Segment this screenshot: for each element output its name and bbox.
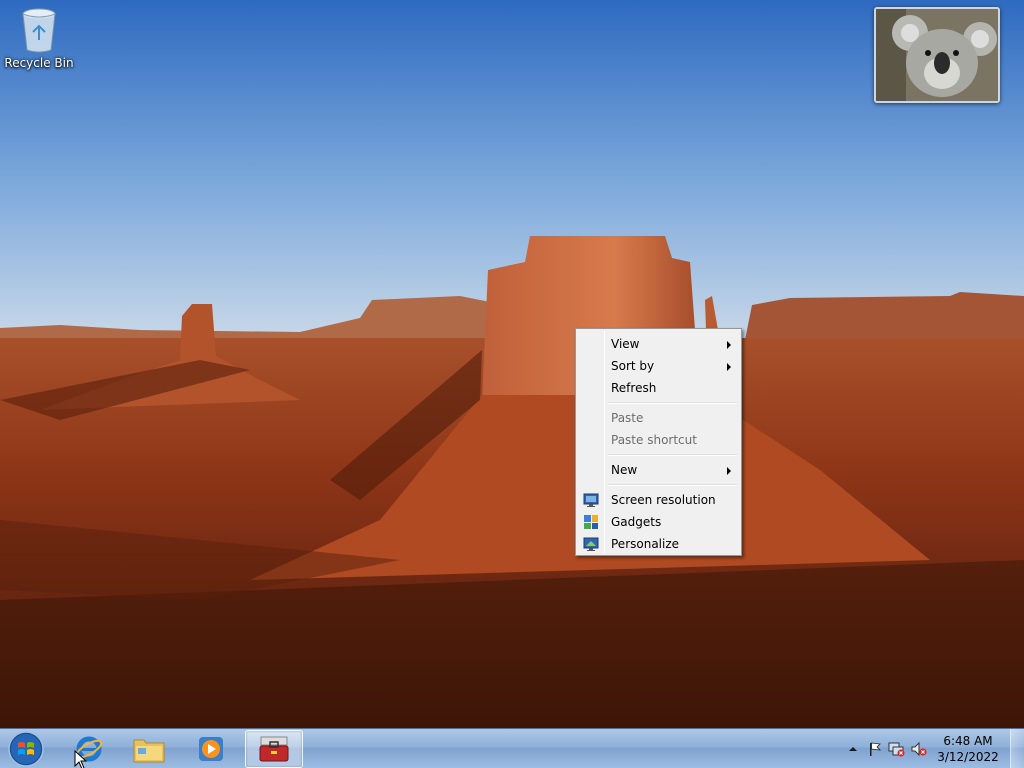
menu-item-label: Screen resolution: [611, 493, 716, 507]
recycle-bin-label: Recycle Bin: [4, 56, 74, 70]
menu-item-label: Gadgets: [611, 515, 662, 529]
menu-item-paste[interactable]: Paste: [578, 407, 739, 429]
menu-item-paste-shortcut[interactable]: Paste shortcut: [578, 429, 739, 451]
gadgets-icon: [584, 515, 598, 529]
taskbar-windows-explorer[interactable]: [120, 730, 178, 768]
toolbox-icon: [259, 736, 289, 762]
recycle-bin-shortcut[interactable]: Recycle Bin: [4, 6, 74, 70]
personalize-icon: [583, 537, 599, 551]
menu-item-label: Paste: [611, 411, 644, 425]
menu-separator: [578, 451, 739, 459]
screen-resolution-icon: [583, 493, 599, 507]
clock-date: 3/12/2022: [937, 750, 999, 764]
menu-item-label: Refresh: [611, 381, 657, 395]
slideshow-gadget[interactable]: [874, 7, 1000, 103]
menu-item-gadgets[interactable]: Gadgets: [578, 511, 739, 533]
start-button[interactable]: [4, 730, 48, 768]
menu-item-label: Personalize: [611, 537, 680, 551]
menu-separator: [578, 481, 739, 489]
folder-icon: [133, 739, 165, 763]
submenu-arrow-icon: [727, 341, 731, 349]
network-icon[interactable]: [888, 740, 906, 758]
menu-item-label: Sort by: [611, 359, 655, 373]
submenu-arrow-icon: [727, 363, 731, 371]
menu-item-personalize[interactable]: Personalize: [578, 533, 739, 555]
notification-area: 6:48 AM 3/12/2022: [840, 729, 1004, 768]
desktop-context-menu: View Sort by Refresh Paste Paste shortcu…: [575, 328, 742, 556]
mouse-cursor-icon: [74, 750, 88, 768]
menu-separator: [578, 399, 739, 407]
desktop[interactable]: Recycle Bin View Sort by Refresh Paste P…: [0, 0, 1024, 728]
show-desktop-button[interactable]: [1010, 729, 1024, 768]
menu-item-label: New: [611, 463, 638, 477]
menu-item-view[interactable]: View: [578, 333, 739, 355]
menu-item-label: View: [611, 337, 640, 351]
media-player-icon: [199, 737, 223, 761]
submenu-arrow-icon: [727, 467, 731, 475]
koala-photo: [876, 9, 998, 101]
menu-item-screen-resolution[interactable]: Screen resolution: [578, 489, 739, 511]
windows-start-icon: [8, 731, 44, 767]
recycle-bin-icon: [22, 8, 56, 53]
volume-muted-icon[interactable]: [910, 740, 928, 758]
system-clock[interactable]: 6:48 AM 3/12/2022: [932, 733, 1004, 765]
desert-wallpaper: [0, 0, 1024, 728]
taskbar-toolbox[interactable]: [245, 730, 303, 768]
clock-time: 6:48 AM: [943, 734, 993, 748]
taskbar-internet-explorer[interactable]: [60, 730, 118, 768]
menu-item-refresh[interactable]: Refresh: [578, 377, 739, 399]
action-center-flag-icon[interactable]: [866, 740, 884, 758]
show-hidden-icons-arrow[interactable]: [844, 740, 862, 758]
menu-item-new[interactable]: New: [578, 459, 739, 481]
menu-item-label: Paste shortcut: [611, 433, 697, 447]
taskbar-media-player[interactable]: [182, 730, 240, 768]
taskbar: 6:48 AM 3/12/2022: [0, 728, 1024, 768]
menu-item-sort-by[interactable]: Sort by: [578, 355, 739, 377]
